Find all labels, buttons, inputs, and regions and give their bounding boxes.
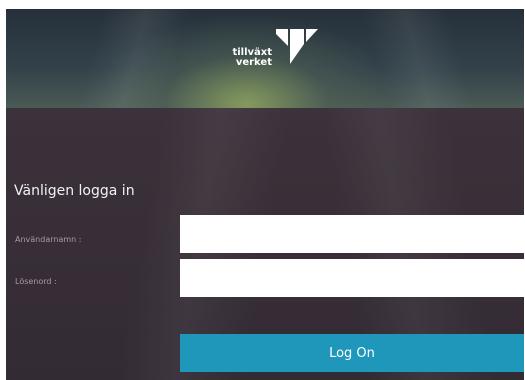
- password-label: Lösenord :: [15, 277, 57, 286]
- brand-logo: tillväxt verket: [220, 24, 325, 79]
- logo-text-line2: verket: [235, 57, 272, 68]
- login-page: tillväxt verket Vänligen logga in Använd…: [6, 9, 524, 380]
- logo-text: tillväxt verket: [220, 48, 272, 68]
- tillvaxtverket-logo-icon: [276, 29, 318, 64]
- username-input[interactable]: [180, 215, 524, 253]
- password-input[interactable]: [180, 259, 524, 297]
- log-on-button[interactable]: Log On: [180, 334, 524, 372]
- username-label: Användarnamn :: [15, 235, 82, 244]
- login-title: Vänligen logga in: [14, 183, 135, 199]
